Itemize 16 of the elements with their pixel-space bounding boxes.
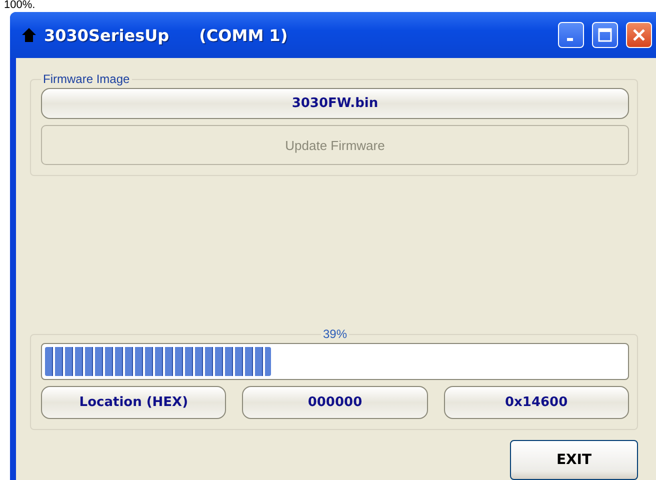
file-button[interactable]: 3030FW.bin <box>41 88 629 119</box>
close-icon <box>632 28 646 42</box>
minimize-icon <box>566 38 572 40</box>
zoom-caption: 100%. <box>3 0 36 12</box>
window-title: 3030SeriesUp <box>44 26 170 44</box>
minimize-button[interactable] <box>558 22 584 48</box>
group-label: Firmware Image <box>42 72 131 86</box>
maximize-icon <box>598 28 612 42</box>
exit-button[interactable]: EXIT <box>510 440 638 480</box>
maximize-button[interactable] <box>592 22 618 48</box>
close-button[interactable] <box>626 22 652 48</box>
location-field: 0x14600 <box>444 386 629 419</box>
location-field: Location (HEX) <box>41 386 226 419</box>
progress-percent: 39% <box>322 327 348 341</box>
location-field: 000000 <box>242 386 428 419</box>
port-label: (COMM 1) <box>199 26 288 44</box>
